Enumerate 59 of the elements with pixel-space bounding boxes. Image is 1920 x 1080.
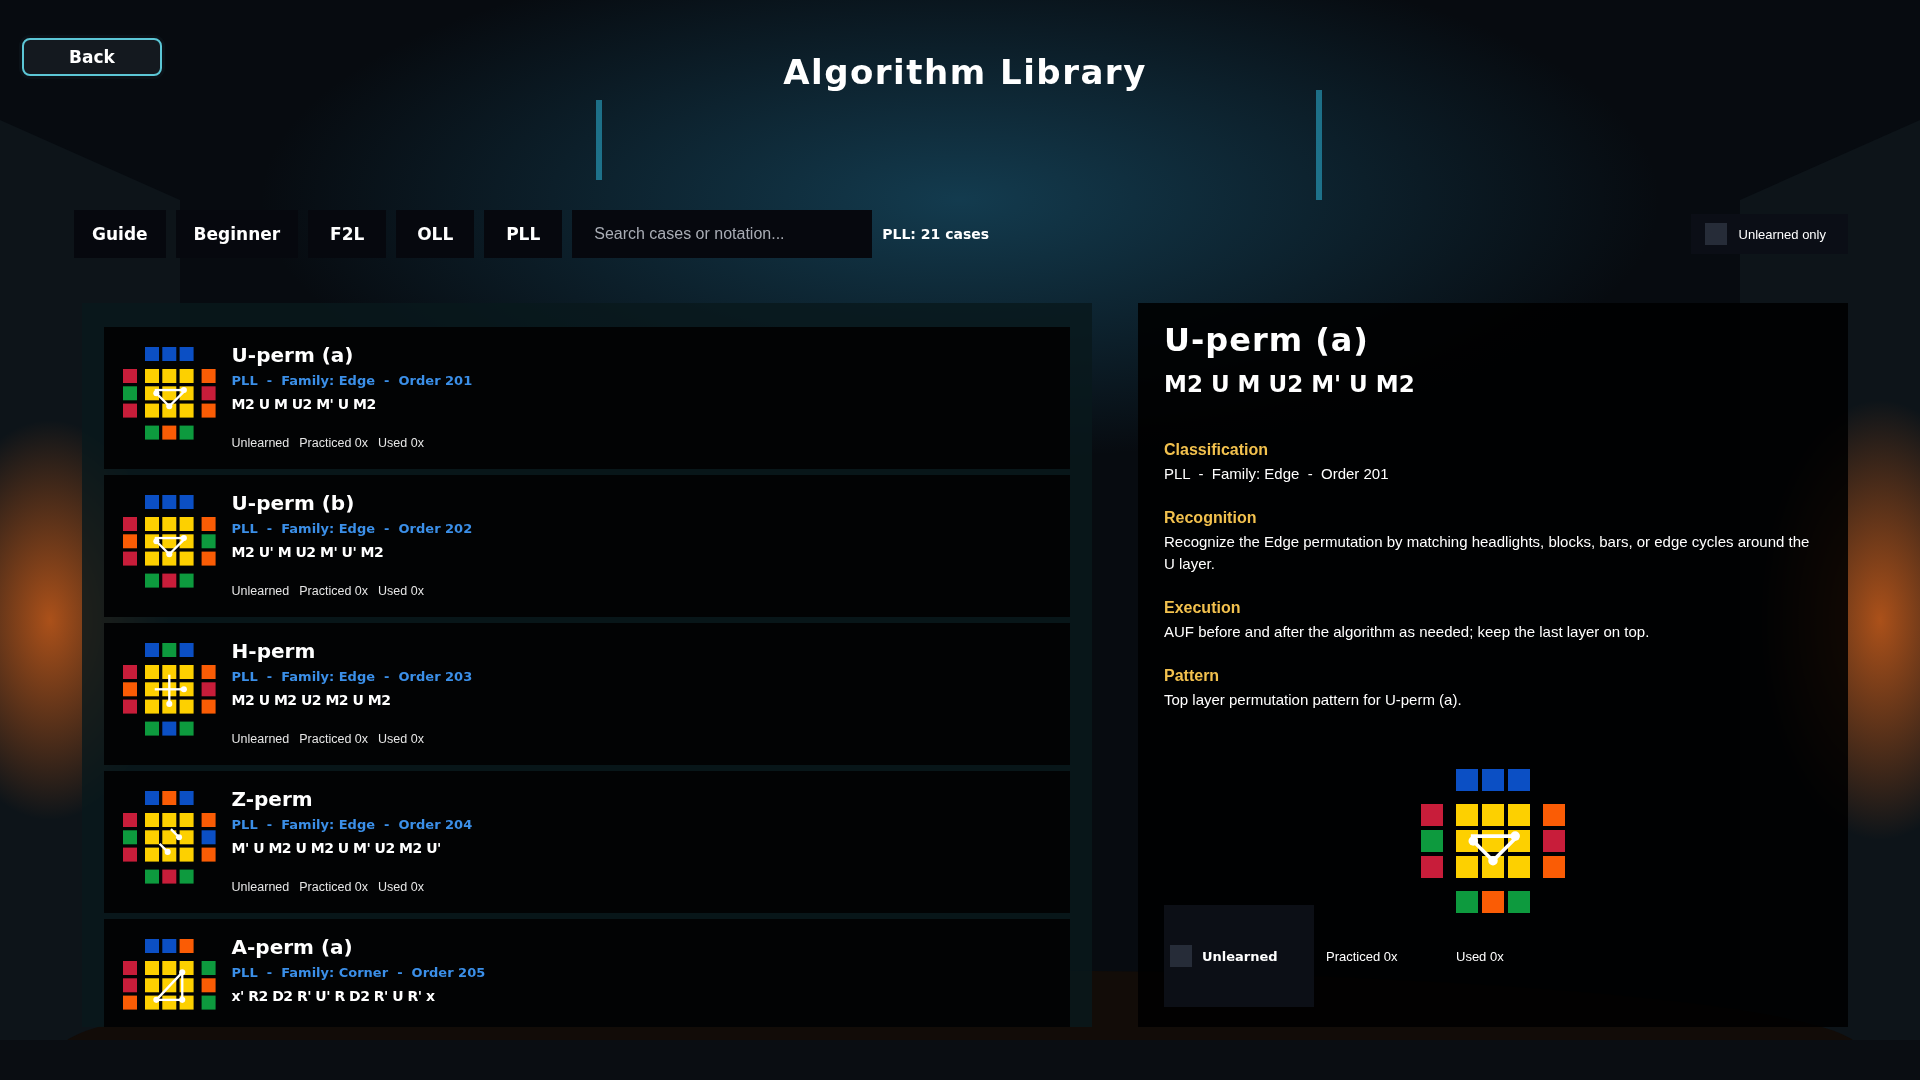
case-status: Used 0x — [378, 584, 424, 598]
case-formula: M2 U M U2 M' U M2 — [231, 396, 377, 412]
detail-title: U-perm (a) — [1164, 321, 1370, 359]
case-count: PLL: 21 cases — [882, 226, 990, 242]
case-status: Unlearned — [231, 732, 290, 746]
case-card[interactable]: U-perm (a) PLL - Family: Edge - Order 201 M2 U M U2 M' U M2 Unlearned Practiced 0x Used 0x — [104, 327, 1070, 469]
checkbox[interactable] — [1170, 945, 1192, 967]
case-card[interactable]: H-perm PLL - Family: Edge - Order 203 M2 U M2 U2 M2 U M2 Unlearned Practiced 0x Used 0x — [104, 623, 1070, 765]
case-status: Unlearned — [231, 436, 290, 450]
case-formula: M' U M2 U M2 U M' U2 M2 U' — [231, 840, 442, 856]
section-heading: Execution — [1164, 599, 1242, 617]
case-status: Used 0x — [378, 880, 424, 894]
category-tab[interactable]: OLL — [396, 210, 475, 258]
section-text: Top layer permutation pattern for U-perm (a). — [1164, 690, 1463, 710]
case-card[interactable]: A-perm (a) PLL - Family: Corner - Order 205 x' R2 D2 R' U' R D2 R' U R' x — [104, 919, 1070, 1027]
detail-formula: M2 U M U2 M' U M2 — [1164, 371, 1416, 397]
case-status: Used 0x — [378, 732, 424, 746]
case-status: Practiced 0x — [299, 732, 369, 746]
case-status: Unlearned — [231, 584, 290, 598]
case-meta: PLL - Family: Edge - Order 203 — [231, 669, 473, 684]
section-heading: Recognition — [1164, 509, 1258, 527]
practiced-count: Practiced 0x — [1326, 948, 1399, 964]
filter-label: Unlearned only — [1738, 226, 1826, 242]
case-status: Practiced 0x — [299, 584, 369, 598]
case-formula: x' R2 D2 R' U' R D2 R' U R' x — [231, 988, 436, 1004]
case-status: Practiced 0x — [299, 880, 369, 894]
case-meta: PLL - Family: Edge - Order 204 — [231, 817, 473, 832]
search-field[interactable]: Search cases or notation... — [572, 210, 873, 258]
case-name: U-perm (b) — [231, 491, 356, 515]
category-tab[interactable]: F2L — [308, 210, 387, 258]
section-text: PLL - Family: Edge - Order 201 — [1164, 464, 1390, 484]
case-meta: PLL - Family: Edge - Order 202 — [231, 521, 473, 536]
section-heading: Classification — [1164, 441, 1270, 459]
case-name: H-perm — [231, 639, 317, 663]
category-tab[interactable]: PLL — [484, 210, 563, 258]
section-heading: Pattern — [1164, 667, 1221, 685]
section-text: Recognize the Edge permutation by matching headlights, blocks, bars, or edge cycles around the U layer. — [1164, 532, 1811, 574]
filter-toggle[interactable]: Unlearned only — [1690, 214, 1848, 254]
case-name: U-perm (a) — [231, 343, 355, 367]
case-status: Unlearned — [231, 880, 290, 894]
back-button[interactable]: Back — [22, 38, 162, 76]
case-name: A-perm (a) — [231, 935, 354, 959]
category-tab[interactable]: Guide — [74, 210, 166, 258]
case-meta: PLL - Family: Edge - Order 201 — [231, 373, 473, 388]
section-text: AUF before and after the algorithm as needed; keep the last layer on top. — [1164, 622, 1651, 642]
checkbox[interactable] — [1704, 223, 1727, 245]
used-count: Used 0x — [1456, 948, 1504, 964]
case-meta: PLL - Family: Corner - Order 205 — [231, 965, 486, 980]
case-status: Practiced 0x — [299, 436, 369, 450]
page-title: Algorithm Library — [783, 52, 1147, 94]
case-formula: M2 U' M U2 M' U' M2 — [231, 544, 385, 560]
learned-label: Unlearned — [1202, 948, 1278, 964]
case-formula: M2 U M2 U2 M2 U M2 — [231, 692, 392, 708]
case-card[interactable]: U-perm (b) PLL - Family: Edge - Order 202 M2 U' M U2 M' U' M2 Unlearned Practiced 0x Used 0x — [104, 475, 1070, 617]
case-status: Used 0x — [378, 436, 424, 450]
case-name: Z-perm — [231, 787, 314, 811]
case-card[interactable]: Z-perm PLL - Family: Edge - Order 204 M' U M2 U M2 U M' U2 M2 U' Unlearned Practiced 0x Used 0x — [104, 771, 1070, 913]
category-tab[interactable]: Beginner — [175, 210, 299, 258]
learned-toggle[interactable]: Unlearned — [1164, 905, 1314, 1007]
